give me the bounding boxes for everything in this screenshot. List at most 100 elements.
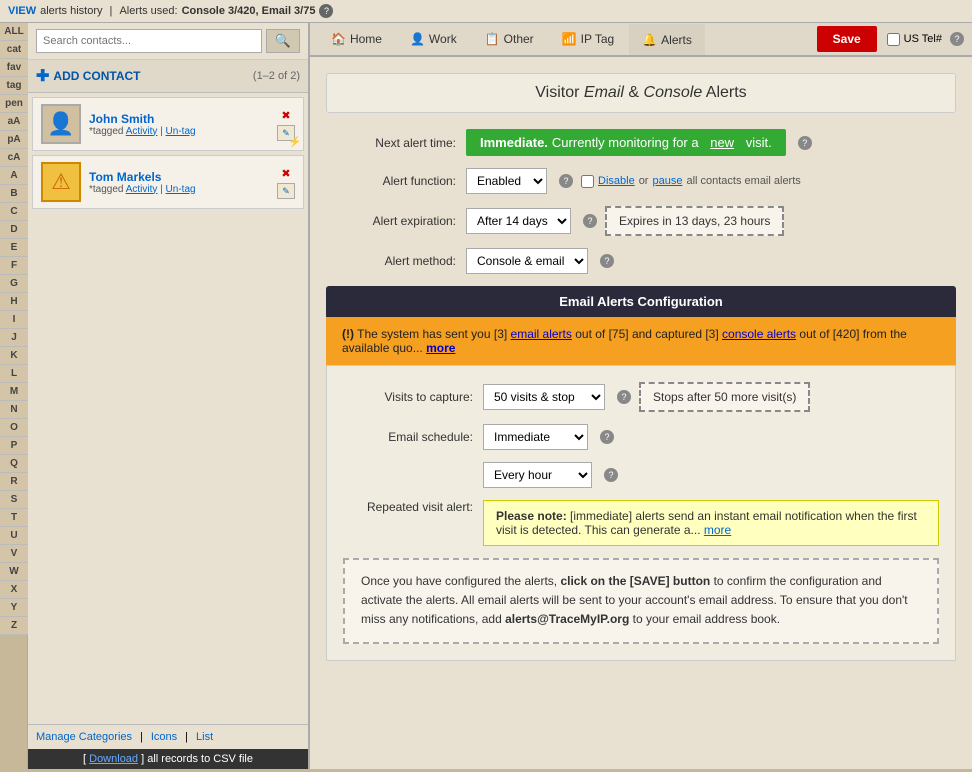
warning-more-link[interactable]: more bbox=[426, 341, 455, 355]
info-text-1: Once you have configured the alerts, bbox=[361, 574, 560, 588]
sidebar-item-ca[interactable]: cA bbox=[0, 149, 28, 167]
add-contact-button[interactable]: ✚ ADD CONTACT bbox=[36, 66, 141, 86]
delete-contact-button[interactable]: ✖ bbox=[277, 165, 295, 181]
next-alert-help-icon[interactable]: ? bbox=[798, 136, 812, 150]
us-tel-help-icon[interactable]: ? bbox=[950, 32, 964, 46]
tab-other[interactable]: 📋 Other bbox=[472, 23, 547, 55]
alert-expiration-label: Alert expiration: bbox=[326, 214, 456, 228]
sidebar-item-w[interactable]: W bbox=[0, 563, 28, 581]
search-button[interactable]: 🔍 bbox=[266, 29, 300, 53]
page-title-prefix: Visitor bbox=[535, 84, 579, 101]
untag-link[interactable]: Un-tag bbox=[166, 126, 196, 137]
repeated-visit-label: Repeated visit alert: bbox=[343, 500, 473, 514]
page-title-console: Console bbox=[644, 84, 703, 101]
sidebar-item-q[interactable]: Q bbox=[0, 455, 28, 473]
sidebar-item-s[interactable]: S bbox=[0, 491, 28, 509]
sidebar-item-c[interactable]: C bbox=[0, 203, 28, 221]
disable-checkbox[interactable] bbox=[581, 175, 594, 188]
sidebar-item-fav[interactable]: fav bbox=[0, 59, 28, 77]
sidebar-item-pa[interactable]: pA bbox=[0, 131, 28, 149]
email-alerts-link[interactable]: email alerts bbox=[511, 327, 572, 341]
sidebar-item-aa[interactable]: aA bbox=[0, 113, 28, 131]
alert-function-help-icon[interactable]: ? bbox=[559, 174, 573, 188]
alert-function-select[interactable]: Enabled Disabled bbox=[466, 168, 547, 194]
icons-link[interactable]: Icons bbox=[151, 731, 177, 743]
disable-link[interactable]: Disable bbox=[598, 175, 635, 187]
email-schedule-select[interactable]: Immediate Every 15 min Every 30 min Ever… bbox=[483, 424, 588, 450]
sidebar-item-r[interactable]: R bbox=[0, 473, 28, 491]
alert-method-help-icon[interactable]: ? bbox=[600, 254, 614, 268]
pause-link[interactable]: pause bbox=[652, 175, 682, 187]
sidebar-item-x[interactable]: X bbox=[0, 581, 28, 599]
tab-home-label: Home bbox=[350, 32, 382, 46]
delete-contact-button[interactable]: ✖ bbox=[277, 107, 295, 123]
search-bar: 🔍 bbox=[28, 23, 308, 60]
sidebar-item-p[interactable]: P bbox=[0, 437, 28, 455]
sidebar-item-v[interactable]: V bbox=[0, 545, 28, 563]
note-more-link[interactable]: more bbox=[704, 523, 731, 537]
contact-tags: *tagged Activity | Un-tag bbox=[89, 184, 269, 195]
sidebar-item-z[interactable]: Z bbox=[0, 617, 28, 635]
visits-note: Stops after 50 more visit(s) bbox=[639, 382, 810, 412]
iptag-icon: 📶 bbox=[562, 32, 577, 46]
sidebar-item-pen[interactable]: pen bbox=[0, 95, 28, 113]
contact-name[interactable]: Tom Markels bbox=[89, 170, 269, 184]
alert-method-content: Console & email Console only Email only … bbox=[466, 248, 614, 274]
main-layout: ALLcatfavtagpenaApAcAABCDEFGHIJKLMNOPQRS… bbox=[0, 23, 972, 769]
orange-warning: (!) The system has sent you [3] email al… bbox=[326, 317, 956, 365]
search-input[interactable] bbox=[36, 29, 262, 53]
sidebar-item-n[interactable]: N bbox=[0, 401, 28, 419]
warning-text-2: The system has sent you [3] bbox=[357, 327, 510, 341]
tab-work[interactable]: 👤 Work bbox=[397, 23, 470, 55]
sidebar-item-tag[interactable]: tag bbox=[0, 77, 28, 95]
sidebar-item-h[interactable]: H bbox=[0, 293, 28, 311]
sidebar-item-f[interactable]: F bbox=[0, 257, 28, 275]
us-tel-checkbox-input[interactable] bbox=[887, 33, 900, 46]
next-alert-row: Next alert time: Immediate. Currently mo… bbox=[326, 129, 956, 156]
sidebar-item-j[interactable]: J bbox=[0, 329, 28, 347]
sidebar-item-a[interactable]: A bbox=[0, 167, 28, 185]
activity-link[interactable]: Activity bbox=[126, 184, 158, 195]
sidebar-item-k[interactable]: K bbox=[0, 347, 28, 365]
sidebar-item-d[interactable]: D bbox=[0, 221, 28, 239]
repeat-schedule-help-icon[interactable]: ? bbox=[604, 468, 618, 482]
alert-expiration-select[interactable]: After 14 days After 7 days After 30 days… bbox=[466, 208, 571, 234]
view-link[interactable]: VIEW bbox=[8, 5, 36, 17]
sidebar-item-g[interactable]: G bbox=[0, 275, 28, 293]
list-link[interactable]: List bbox=[196, 731, 213, 743]
edit-contact-button[interactable]: ✎ bbox=[277, 183, 295, 199]
sidebar-item-all[interactable]: ALL bbox=[0, 23, 28, 41]
sidebar-item-o[interactable]: O bbox=[0, 419, 28, 437]
sidebar-item-m[interactable]: M bbox=[0, 383, 28, 401]
save-button[interactable]: Save bbox=[817, 26, 877, 52]
alert-expiration-help-icon[interactable]: ? bbox=[583, 214, 597, 228]
console-alerts-link[interactable]: console alerts bbox=[722, 327, 796, 341]
email-schedule-row: Email schedule: Immediate Every 15 min E… bbox=[343, 424, 939, 450]
sidebar-item-cat[interactable]: cat bbox=[0, 41, 28, 59]
manage-categories-link[interactable]: Manage Categories bbox=[36, 731, 132, 743]
other-icon: 📋 bbox=[485, 32, 500, 46]
tab-iptag[interactable]: 📶 IP Tag bbox=[549, 23, 628, 55]
alerts-icon: 🔔 bbox=[642, 33, 657, 47]
alerts-help-icon[interactable]: ? bbox=[319, 4, 333, 18]
sidebar-item-y[interactable]: Y bbox=[0, 599, 28, 617]
sidebar-item-l[interactable]: L bbox=[0, 365, 28, 383]
avatar: ⚠ bbox=[41, 162, 81, 202]
visits-help-icon[interactable]: ? bbox=[617, 390, 631, 404]
email-schedule-help-icon[interactable]: ? bbox=[600, 430, 614, 444]
sidebar-item-i[interactable]: I bbox=[0, 311, 28, 329]
repeat-schedule-select[interactable]: Every hour Every 2 hours Every day bbox=[483, 462, 592, 488]
activity-link[interactable]: Activity bbox=[126, 126, 158, 137]
sidebar-item-u[interactable]: U bbox=[0, 527, 28, 545]
contact-name[interactable]: John Smith bbox=[89, 112, 269, 126]
sidebar-item-b[interactable]: B bbox=[0, 185, 28, 203]
sidebar-item-e[interactable]: E bbox=[0, 239, 28, 257]
untag-link[interactable]: Un-tag bbox=[166, 184, 196, 195]
tab-home[interactable]: 🏠 Home bbox=[318, 23, 395, 55]
us-tel-label: US Tel# bbox=[904, 33, 942, 45]
download-link[interactable]: Download bbox=[89, 753, 138, 765]
tab-alerts[interactable]: 🔔 Alerts bbox=[629, 24, 705, 55]
sidebar-item-t[interactable]: T bbox=[0, 509, 28, 527]
alert-method-select[interactable]: Console & email Console only Email only bbox=[466, 248, 588, 274]
visits-select[interactable]: 50 visits & stop 100 visits & stop Unlim… bbox=[483, 384, 605, 410]
